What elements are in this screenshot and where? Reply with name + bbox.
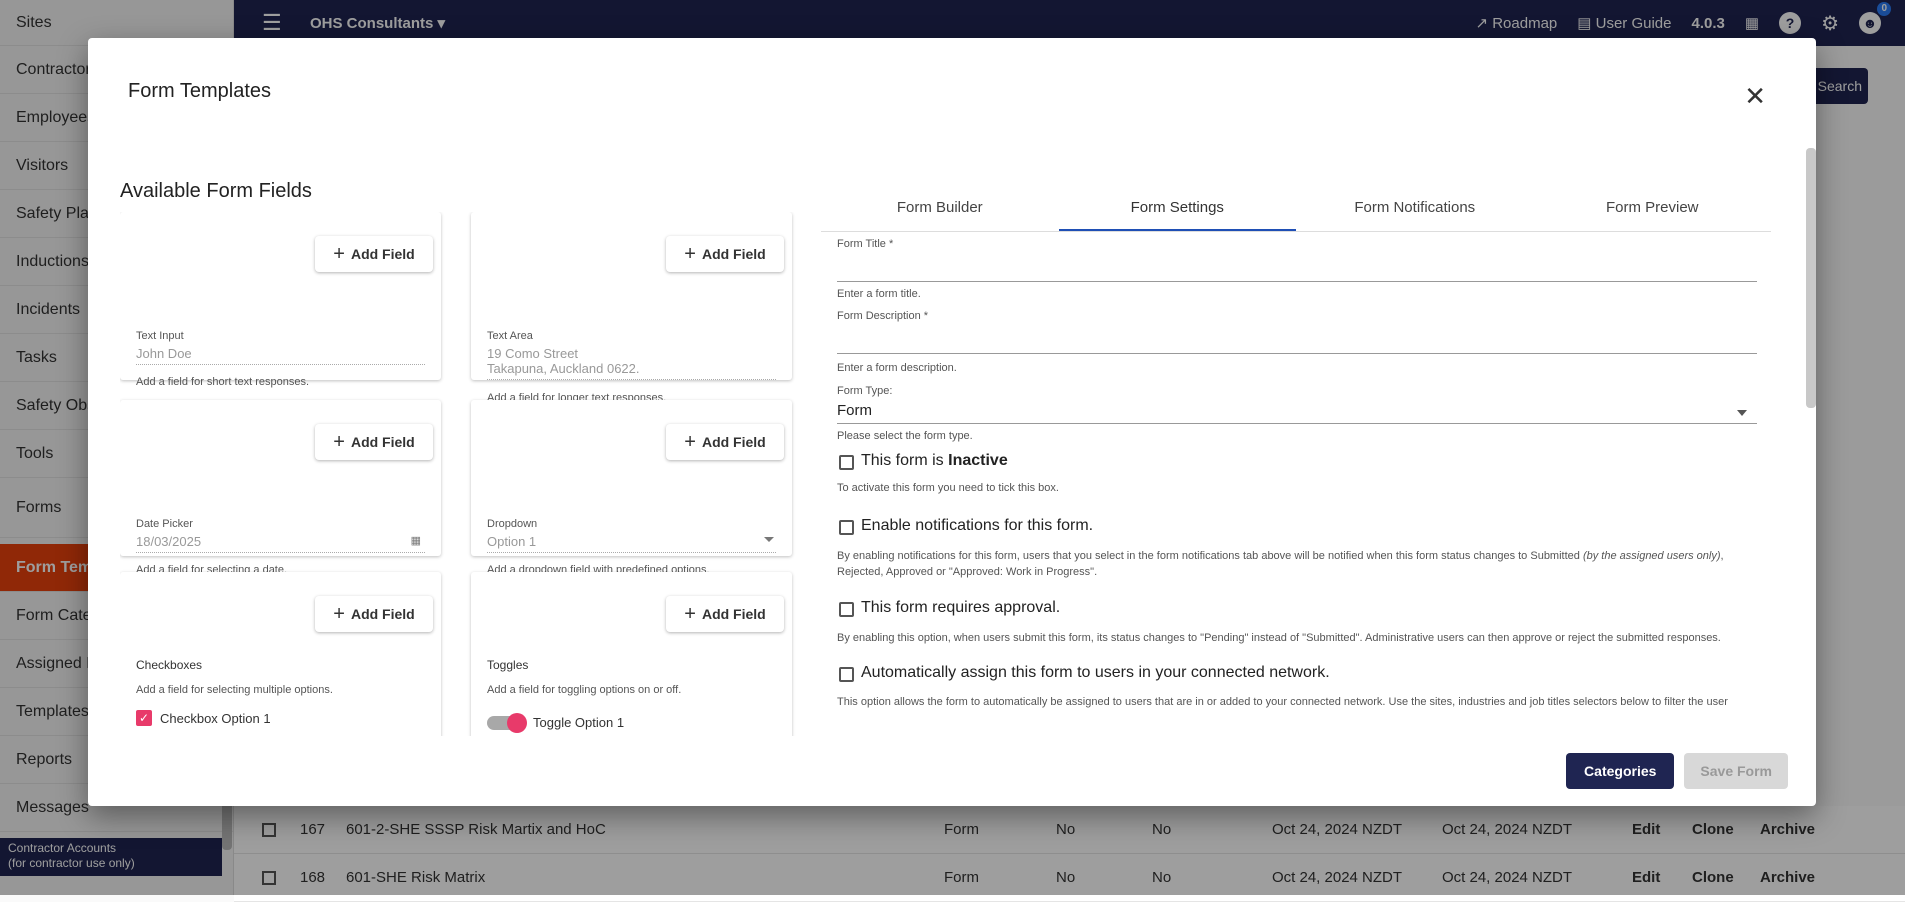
modal-title: Form Templates (128, 80, 272, 102)
form-type-value: Form (837, 402, 872, 419)
field-type-label: Date Picker (136, 518, 193, 530)
plus-icon: + (333, 243, 345, 265)
form-description-help: Enter a form description. (837, 362, 957, 374)
add-text-input-button[interactable]: + Add Field (315, 236, 433, 272)
add-toggles-button[interactable]: + Add Field (666, 596, 784, 632)
chevron-down-icon (764, 537, 774, 542)
form-description-input[interactable] (837, 328, 1757, 354)
add-date-picker-button[interactable]: + Add Field (315, 424, 433, 460)
dropdown-value: Option 1 (487, 534, 537, 549)
field-type-label: Text Area (487, 330, 533, 342)
tab-form-notifications[interactable]: Form Notifications (1296, 186, 1534, 231)
plus-icon: + (684, 603, 696, 625)
approval-label: This form requires approval. (861, 599, 1061, 616)
notifications-help: By enabling notifications for this form,… (837, 548, 1757, 580)
field-type-label: Checkboxes (136, 658, 203, 672)
text-area-card: + Add Field Text Area 19 Como Street Takap… (471, 212, 792, 404)
close-icon[interactable]: ✕ (1744, 83, 1766, 109)
date-picker-sample: 18/03/2025 ▦ (136, 534, 425, 553)
toggles-card: + Add Field Toggles Add a field for toggl… (471, 572, 792, 736)
form-title-input[interactable] (837, 256, 1757, 282)
dropdown-card: + Add Field Dropdown Option 1 Add a dropd… (471, 400, 792, 576)
dropdown-sample: Option 1 (487, 534, 776, 553)
plus-icon: + (333, 603, 345, 625)
text-area-line2: Takapuna, Auckland 0622. (487, 361, 640, 376)
inactive-prefix: This form is (861, 452, 949, 469)
form-type-label: Form Type: (837, 385, 893, 397)
plus-icon: + (684, 243, 696, 265)
checkboxes-card: + Add Field Checkboxes Add a field for se… (120, 572, 441, 736)
form-type-help: Please select the form type. (837, 430, 973, 442)
add-checkboxes-button[interactable]: + Add Field (315, 596, 433, 632)
available-fields-title: Available Form Fields (120, 180, 312, 202)
add-field-label: Add Field (701, 606, 766, 622)
auto-assign-checkbox[interactable] (839, 667, 854, 682)
form-title-help: Enter a form title. (837, 288, 921, 300)
notifications-checkbox[interactable] (839, 520, 854, 535)
modal-footer: Categories Save Form (1566, 753, 1788, 789)
field-type-label: Text Input (136, 330, 184, 342)
notif-help-italic: (by the assigned users only) (1582, 550, 1721, 562)
add-field-label: Add Field (701, 246, 766, 262)
available-fields-list: + Add Field Text Input John Doe Add a fie… (120, 212, 806, 736)
notifications-label: Enable notifications for this form. (861, 517, 1094, 534)
chevron-down-icon (1737, 410, 1747, 416)
text-area-line1: 19 Como Street (487, 346, 579, 361)
field-type-label: Toggles (487, 658, 529, 672)
text-area-sample: 19 Como Street Takapuna, Auckland 0622. (487, 346, 776, 380)
add-field-label: Add Field (701, 434, 766, 450)
save-form-button[interactable]: Save Form (1684, 753, 1788, 789)
inactive-help: To activate this form you need to tick t… (837, 482, 1059, 494)
add-field-label: Add Field (350, 606, 415, 622)
auto-assign-label: Automatically assign this form to users … (861, 664, 1330, 681)
plus-icon: + (684, 431, 696, 453)
categories-button[interactable]: Categories (1566, 753, 1675, 789)
toggle-option-label: Toggle Option 1 (533, 715, 625, 730)
notif-help-3: Rejected, Approved or "Approved: Work in… (837, 566, 1098, 578)
text-input-sample: John Doe (136, 346, 425, 365)
plus-icon: + (333, 431, 345, 453)
form-tabs: Form Builder Form Settings Form Notifica… (821, 186, 1771, 232)
checkbox-option-label: Checkbox Option 1 (160, 711, 271, 726)
modal-scrollbar[interactable] (1806, 148, 1816, 408)
inactive-bold: Inactive (948, 452, 1008, 469)
calendar-icon: ▦ (410, 535, 421, 547)
form-templates-modal: Form Templates ✕ Available Form Fields +… (88, 38, 1816, 806)
field-help: Add a field for toggling options on or o… (487, 684, 682, 696)
text-input-card: + Add Field Text Input John Doe Add a fie… (120, 212, 441, 388)
toggle-switch-icon (487, 713, 527, 733)
date-value: 18/03/2025 (136, 534, 202, 549)
approval-help: By enabling this option, when users subm… (837, 632, 1721, 644)
add-text-area-button[interactable]: + Add Field (666, 236, 784, 272)
inactive-label: This form is Inactive (861, 452, 1008, 470)
form-type-select[interactable] (837, 400, 1757, 424)
field-help: Add a field for selecting multiple optio… (136, 684, 333, 696)
field-help: Add a field for short text responses. (136, 376, 310, 388)
add-field-label: Add Field (350, 434, 415, 450)
auto-assign-help: This option allows the form to automatic… (837, 696, 1728, 708)
tab-form-preview[interactable]: Form Preview (1534, 186, 1772, 231)
approval-checkbox[interactable] (839, 602, 854, 617)
notif-help-1: By enabling notifications for this form,… (837, 550, 1583, 562)
add-field-label: Add Field (350, 246, 415, 262)
notif-help-2: , (1720, 550, 1724, 562)
form-description-label: Form Description * (837, 310, 929, 322)
date-picker-card: + Add Field Date Picker 18/03/2025 ▦ Add a… (120, 400, 441, 576)
inactive-checkbox[interactable] (839, 455, 854, 470)
field-type-label: Dropdown (487, 518, 538, 530)
tab-form-settings[interactable]: Form Settings (1058, 186, 1296, 231)
add-dropdown-button[interactable]: + Add Field (666, 424, 784, 460)
tab-form-builder[interactable]: Form Builder (821, 186, 1059, 231)
form-title-label: Form Title * (837, 238, 894, 250)
checkbox-checked-icon: ✓ (136, 710, 152, 726)
